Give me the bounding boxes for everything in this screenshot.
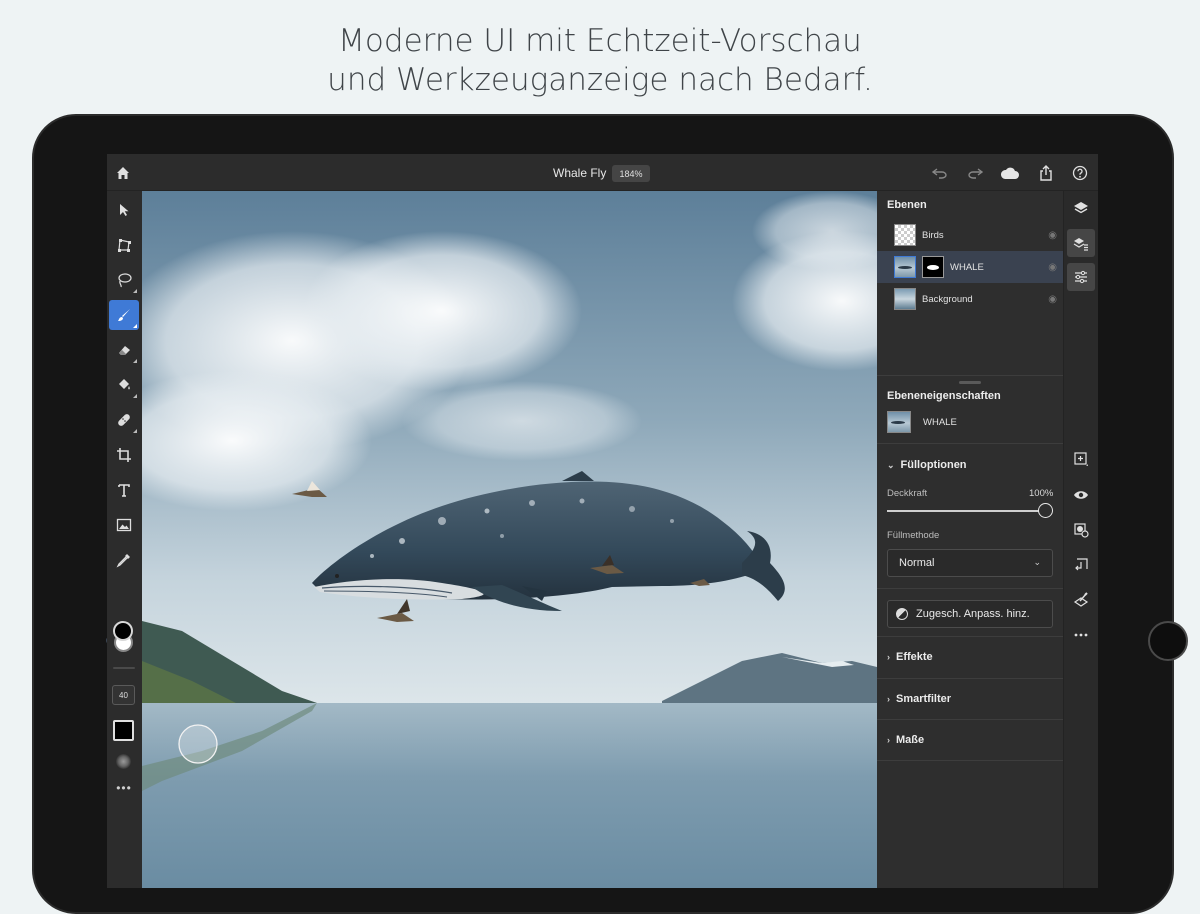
layer-row-whale[interactable]: WHALE ◉ xyxy=(877,251,1063,283)
properties-panel: Ebenen Birds ◉ WHALE ◉ Background ◉ Eben… xyxy=(877,191,1063,888)
adjustment-icon xyxy=(896,608,908,620)
opacity-slider-knob[interactable] xyxy=(1038,503,1053,518)
eraser-tool-icon[interactable] xyxy=(109,335,139,365)
visibility-eye-icon[interactable]: ◉ xyxy=(1048,230,1057,241)
layer-row-background[interactable]: Background ◉ xyxy=(877,283,1063,315)
help-icon[interactable] xyxy=(1069,162,1091,184)
share-icon[interactable] xyxy=(1035,162,1057,184)
effects-label: Effekte xyxy=(896,651,933,663)
top-bar: Whale Fly 184% xyxy=(107,154,1098,191)
panel-resize-grip[interactable] xyxy=(959,381,981,384)
chevron-down-icon: ⌄ xyxy=(1033,557,1041,567)
blend-mode-select[interactable]: Normal ⌄ xyxy=(887,549,1053,577)
more-options-icon[interactable] xyxy=(1067,621,1095,649)
headline: Moderne UI mit Echtzeit-Vorschau und Wer… xyxy=(0,22,1200,100)
current-layer-row: WHALE xyxy=(887,411,957,433)
composite-image xyxy=(142,191,877,888)
visibility-eye-icon[interactable]: ◉ xyxy=(1048,294,1057,305)
type-tool-icon[interactable] xyxy=(109,475,139,505)
app-screen: Whale Fly 184% 40 ••• Ebenen Birds ◉ WHA… xyxy=(107,154,1098,888)
home-icon[interactable] xyxy=(112,162,134,184)
smart-filters-label: Smartfilter xyxy=(896,693,952,705)
redo-icon[interactable] xyxy=(964,162,986,184)
current-layer-thumbnail xyxy=(887,411,911,433)
layer-thumbnail xyxy=(894,256,916,278)
visibility-eye-icon[interactable]: ◉ xyxy=(1048,262,1057,273)
home-hardware-button[interactable] xyxy=(1148,621,1188,661)
layer-details-icon[interactable] xyxy=(1067,229,1095,257)
layer-thumbnail xyxy=(894,288,916,310)
opacity-label: Deckkraft xyxy=(887,488,928,499)
fill-tool-icon[interactable] xyxy=(109,370,139,400)
clip-layer-icon[interactable] xyxy=(1067,551,1095,579)
current-layer-name: WHALE xyxy=(923,416,957,428)
brush-tool-icon[interactable] xyxy=(109,300,139,330)
tool-bar: 40 ••• xyxy=(107,191,142,888)
crop-tool-icon[interactable] xyxy=(109,440,139,470)
opacity-value: 100% xyxy=(1029,488,1054,499)
add-adjustment-label: Zugesch. Anpass. hinz. xyxy=(916,608,1030,620)
panel-divider xyxy=(877,443,1063,444)
layer-row-birds[interactable]: Birds ◉ xyxy=(877,219,1063,251)
fill-options-label: Fülloptionen xyxy=(900,459,967,471)
effects-section[interactable]: › Effekte xyxy=(877,637,1063,677)
headline-line-2: und Werkzeuganzeige nach Bedarf. xyxy=(327,62,873,98)
layer-name: Background xyxy=(922,293,973,305)
toolbar-divider xyxy=(113,667,135,669)
more-tools-icon[interactable]: ••• xyxy=(109,781,139,797)
undo-icon[interactable] xyxy=(929,162,951,184)
adjustments-sliders-icon[interactable] xyxy=(1067,263,1095,291)
chevron-right-icon: › xyxy=(887,652,890,662)
brush-softness-icon[interactable] xyxy=(116,754,131,769)
chevron-down-icon: ⌄ xyxy=(887,459,895,470)
dimensions-label: Maße xyxy=(896,734,925,746)
healing-tool-icon[interactable] xyxy=(109,405,139,435)
lasso-tool-icon[interactable] xyxy=(109,265,139,295)
headline-line-1: Moderne UI mit Echtzeit-Vorschau xyxy=(338,23,862,59)
add-clipped-adjustment-button[interactable]: Zugesch. Anpass. hinz. xyxy=(887,600,1053,628)
mask-icon[interactable] xyxy=(1067,516,1095,544)
chevron-right-icon: › xyxy=(887,735,890,745)
blend-mode-value: Normal xyxy=(899,557,935,569)
add-layer-icon[interactable] xyxy=(1067,445,1095,473)
panel-icon-column xyxy=(1063,191,1098,888)
layers-title: Ebenen xyxy=(887,199,927,211)
transform-tool-icon[interactable] xyxy=(109,230,139,260)
place-image-icon[interactable] xyxy=(109,510,139,540)
dimensions-section[interactable]: › Maße xyxy=(877,720,1063,760)
chevron-right-icon: › xyxy=(887,694,890,704)
layer-mask-thumbnail[interactable] xyxy=(922,256,944,278)
panel-divider xyxy=(877,588,1063,589)
merge-layers-icon[interactable] xyxy=(1067,586,1095,614)
layer-properties-title: Ebeneneigenschaften xyxy=(887,390,1001,402)
brush-size-field[interactable]: 40 xyxy=(112,685,135,705)
cloud-icon[interactable] xyxy=(999,162,1021,184)
zoom-level-badge[interactable]: 184% xyxy=(612,165,650,182)
opacity-slider-track[interactable] xyxy=(887,510,1045,512)
panel-divider xyxy=(877,760,1063,761)
blend-mode-label: Füllmethode xyxy=(887,530,940,541)
brush-color-square[interactable] xyxy=(113,720,134,741)
select-tool-icon[interactable] xyxy=(109,195,139,225)
fill-options-section[interactable]: ⌄ Fülloptionen xyxy=(877,445,1063,485)
layer-name: Birds xyxy=(922,229,944,241)
panel-divider xyxy=(877,375,1063,376)
foreground-color-swatch[interactable] xyxy=(113,621,133,641)
eyedropper-tool-icon[interactable] xyxy=(109,545,139,575)
document-title: Whale Fly xyxy=(553,166,607,180)
layer-thumbnail xyxy=(894,224,916,246)
image-canvas[interactable] xyxy=(142,191,877,888)
visibility-eye-icon[interactable] xyxy=(1067,481,1095,509)
smart-filters-section[interactable]: › Smartfilter xyxy=(877,679,1063,719)
layer-name: WHALE xyxy=(950,261,984,273)
layers-stack-icon[interactable] xyxy=(1067,194,1095,222)
